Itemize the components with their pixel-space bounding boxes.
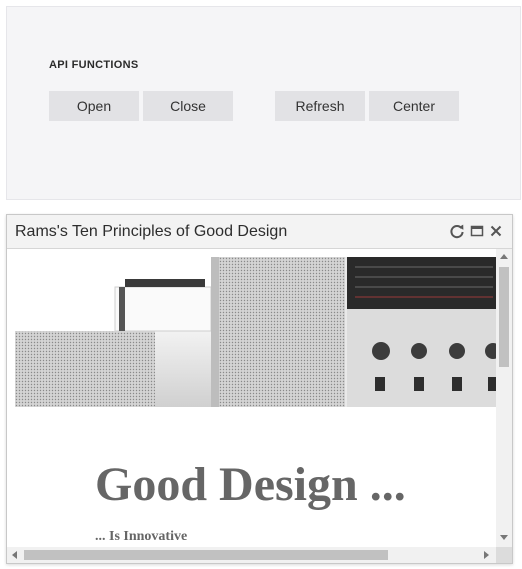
horizontal-scroll-thumb[interactable] — [24, 550, 388, 560]
design-window: Rams's Ten Principles of Good Design Goo… — [6, 214, 513, 564]
vertical-scroll-thumb[interactable] — [499, 267, 509, 367]
scroll-left-icon[interactable] — [12, 551, 17, 559]
window-titlebar[interactable]: Rams's Ten Principles of Good Design — [7, 215, 512, 249]
window-content[interactable]: Good Design ... ... Is Innovative — [7, 249, 496, 547]
center-button[interactable]: Center — [369, 91, 459, 121]
scroll-down-icon[interactable] — [500, 535, 508, 540]
close-button[interactable]: Close — [143, 91, 233, 121]
maximize-icon[interactable] — [468, 222, 486, 240]
content-heading: Good Design ... — [95, 458, 406, 511]
scroll-right-icon[interactable] — [484, 551, 489, 559]
scroll-up-icon[interactable] — [500, 254, 508, 259]
api-functions-heading: API FUNCTIONS — [49, 59, 139, 71]
hero-image — [15, 257, 496, 407]
content-subheading: ... Is Innovative — [95, 529, 188, 544]
refresh-icon[interactable] — [448, 222, 466, 240]
close-icon[interactable] — [487, 222, 505, 240]
refresh-button[interactable]: Refresh — [275, 91, 365, 121]
window-title: Rams's Ten Principles of Good Design — [15, 223, 288, 240]
vertical-scrollbar[interactable] — [496, 249, 512, 547]
scrollbar-corner — [496, 547, 512, 563]
open-button[interactable]: Open — [49, 91, 139, 121]
api-functions-panel: API FUNCTIONS Open Close Refresh Center — [6, 6, 521, 200]
horizontal-scrollbar[interactable] — [7, 547, 496, 563]
